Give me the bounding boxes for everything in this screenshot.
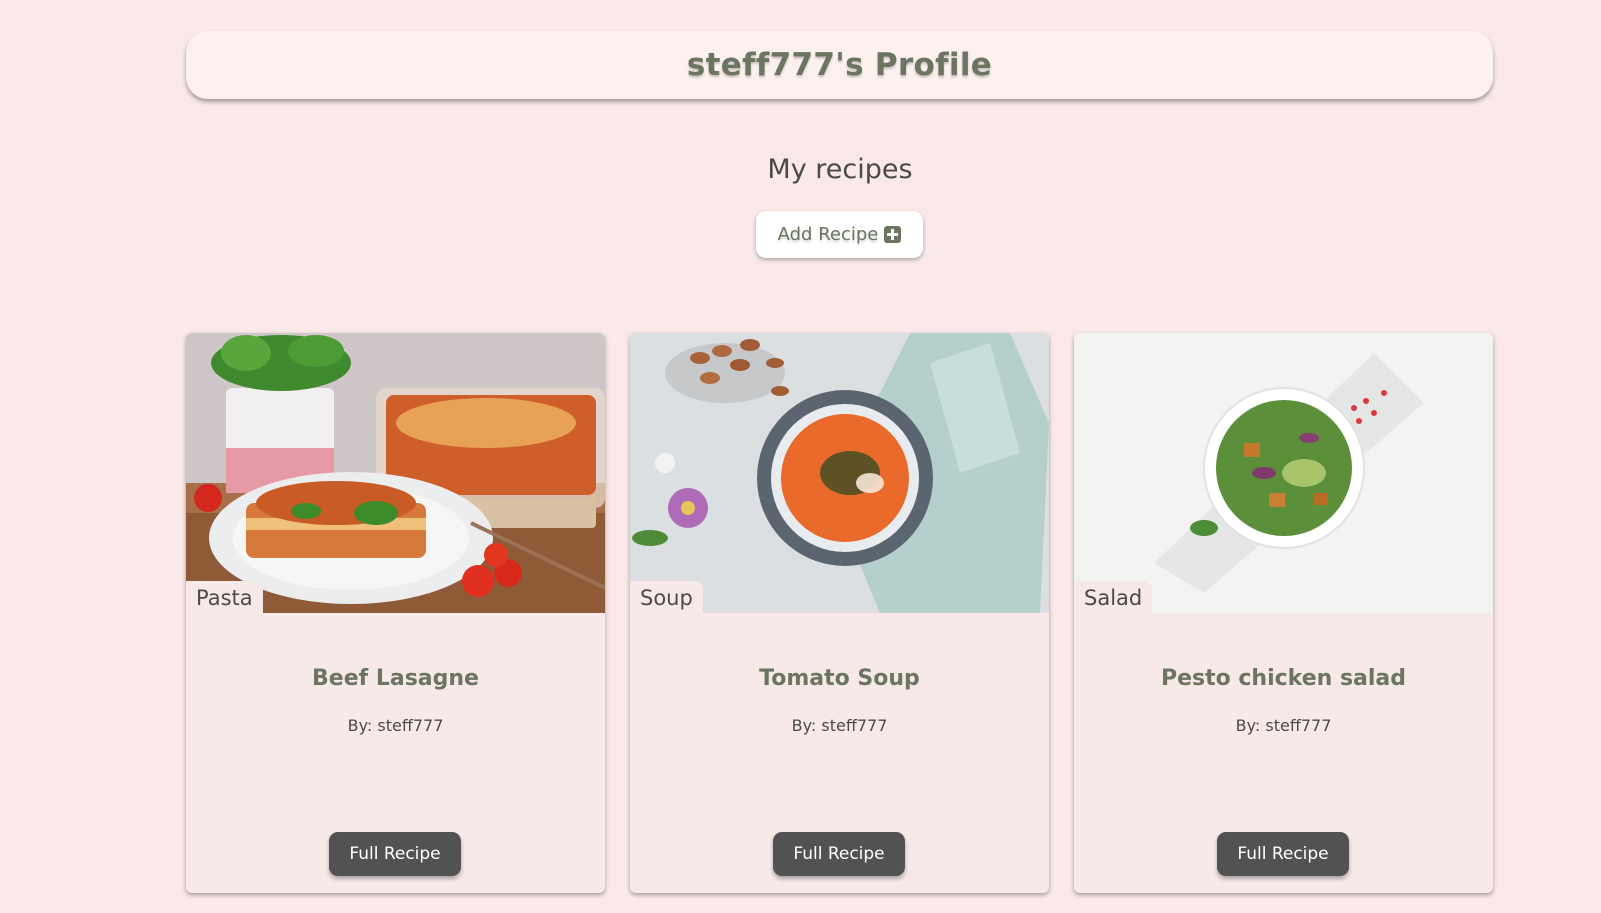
plus-square-icon (884, 226, 902, 243)
full-recipe-button[interactable]: Full Recipe (773, 832, 905, 876)
recipe-author: By: steff777 (791, 716, 888, 735)
recipe-title: Tomato Soup (759, 666, 920, 691)
recipe-title: Beef Lasagne (312, 666, 479, 691)
category-tag: Soup (630, 581, 703, 614)
add-recipe-button[interactable]: Add Recipe (756, 211, 923, 258)
recipe-title: Pesto chicken salad (1160, 666, 1407, 691)
recipe-image-pesto-chicken-salad (1074, 333, 1493, 613)
section-title: My recipes (767, 154, 913, 185)
page-title: steff777's Profile (686, 47, 993, 83)
recipe-card-pesto-chicken-salad: Salad Pesto chicken salad By: steff777 F… (1074, 333, 1493, 893)
recipe-author: By: steff777 (347, 716, 444, 735)
profile-header: steff777's Profile (186, 31, 1493, 99)
category-tag: Salad (1074, 581, 1153, 614)
add-recipe-label: Add Recipe (777, 224, 879, 245)
recipe-card-tomato-soup: Soup Tomato Soup By: steff777 Full Recip… (630, 333, 1049, 893)
recipe-author: By: steff777 (1235, 716, 1332, 735)
recipe-image-lasagne (186, 333, 605, 613)
category-tag: Pasta (186, 581, 263, 614)
full-recipe-button[interactable]: Full Recipe (329, 832, 461, 876)
recipe-image-tomato-soup (630, 333, 1049, 613)
full-recipe-button[interactable]: Full Recipe (1217, 832, 1349, 876)
recipe-card-lasagne: Pasta Beef Lasagne By: steff777 Full Rec… (186, 333, 605, 893)
